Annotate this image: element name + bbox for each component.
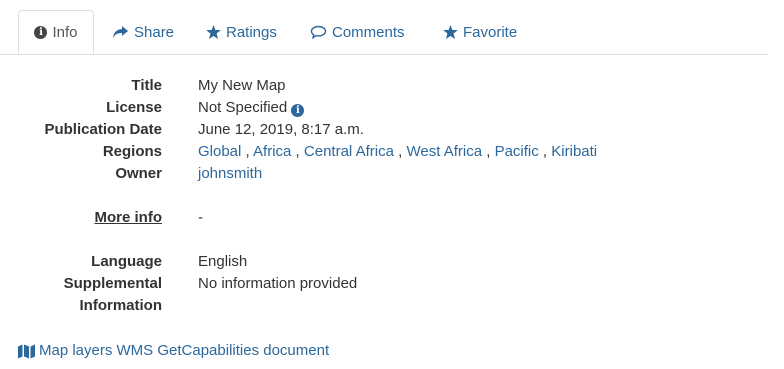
regions-list: Global , Africa , Central Africa , West … bbox=[198, 143, 598, 160]
supplemental-value: No information provided bbox=[198, 275, 358, 292]
tab-ratings-label: Ratings bbox=[226, 23, 277, 41]
map-icon bbox=[18, 344, 35, 358]
comment-icon bbox=[310, 25, 327, 39]
wms-capabilities-link[interactable]: Map layers WMS GetCapabilities document bbox=[18, 340, 329, 362]
tab-info[interactable]: i Info bbox=[18, 10, 94, 54]
license-row: Not Specified i bbox=[198, 97, 305, 119]
tab-favorite[interactable]: Favorite bbox=[443, 10, 517, 54]
owner-label: Owner bbox=[115, 165, 162, 182]
tab-comments[interactable]: Comments bbox=[310, 10, 405, 54]
wms-capabilities-label: Map layers WMS GetCapabilities document bbox=[39, 342, 330, 359]
region-link-global[interactable]: Global bbox=[198, 143, 241, 160]
region-link-pacific[interactable]: Pacific bbox=[495, 143, 539, 160]
regions-label: Regions bbox=[102, 143, 162, 160]
share-icon bbox=[113, 26, 128, 38]
tab-info-label: Info bbox=[52, 23, 78, 41]
region-link-kiribati[interactable]: Kiribati bbox=[551, 143, 597, 160]
publication-date-value: June 12, 2019, 8:17 a.m. bbox=[198, 121, 364, 138]
info-icon: i bbox=[34, 25, 48, 39]
region-link-west-africa[interactable]: West Africa bbox=[406, 143, 482, 160]
tab-comments-label: Comments bbox=[332, 23, 405, 41]
more-info-link[interactable]: More info bbox=[95, 207, 163, 229]
tab-favorite-label: Favorite bbox=[463, 23, 518, 41]
star-icon bbox=[443, 25, 458, 39]
language-value: English bbox=[198, 253, 248, 270]
publication-date-label: Publication Date bbox=[44, 121, 162, 138]
tab-bar: i Info Share Ratings Comments Favorite bbox=[0, 10, 768, 55]
owner-link[interactable]: johnsmith bbox=[198, 163, 262, 185]
license-value: Not Specified bbox=[198, 99, 288, 116]
supplemental-label-line2: Information bbox=[79, 297, 163, 314]
star-icon bbox=[206, 25, 221, 39]
language-label: Language bbox=[91, 253, 162, 270]
region-link-central-africa[interactable]: Central Africa bbox=[304, 143, 394, 160]
region-link-africa[interactable]: Africa bbox=[253, 143, 291, 160]
tab-share-label: Share bbox=[134, 23, 175, 41]
license-info-icon[interactable]: i bbox=[291, 104, 305, 117]
license-label: License bbox=[106, 99, 162, 116]
tab-ratings[interactable]: Ratings bbox=[206, 10, 277, 54]
title-value: My New Map bbox=[198, 77, 286, 94]
title-label: Title bbox=[131, 77, 162, 94]
tab-share[interactable]: Share bbox=[112, 10, 174, 54]
supplemental-label-line1: Supplemental bbox=[63, 275, 162, 292]
more-info-value: - bbox=[198, 209, 203, 226]
